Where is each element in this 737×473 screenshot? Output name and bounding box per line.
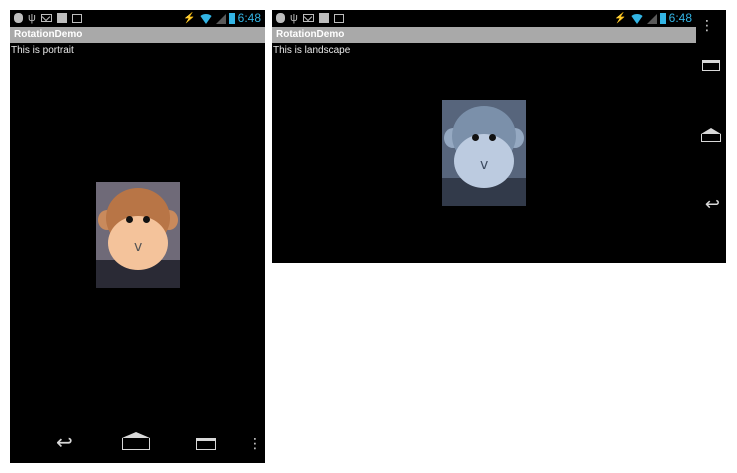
app-title: RotationDemo bbox=[276, 29, 345, 40]
navigation-bar: ⋮ ↩ bbox=[696, 10, 726, 263]
calendar-icon bbox=[333, 13, 344, 23]
status-icons-right: ⚡ 6:48 bbox=[183, 11, 261, 25]
signal-icon bbox=[646, 14, 657, 24]
battery-icon bbox=[659, 13, 666, 24]
back-icon[interactable]: ↩ bbox=[56, 430, 73, 454]
action-bar: RotationDemo bbox=[272, 27, 696, 43]
wifi-icon bbox=[198, 14, 213, 24]
running-icon: ⚡ bbox=[614, 12, 627, 24]
overflow-menu-icon[interactable]: ⋮ bbox=[248, 437, 262, 451]
email-icon bbox=[40, 14, 52, 22]
signal-icon bbox=[215, 14, 226, 24]
orientation-message: This is portrait bbox=[11, 45, 74, 56]
landscape-screen: ψ ⚡ 6:48 RotationDemo This is landscape … bbox=[272, 10, 726, 263]
download-icon bbox=[56, 13, 67, 23]
status-icons-left: ψ bbox=[14, 12, 82, 24]
app-title: RotationDemo bbox=[14, 29, 83, 40]
monkey-image: v bbox=[442, 100, 526, 206]
usb-debug-icon bbox=[14, 13, 23, 23]
recent-apps-icon[interactable] bbox=[702, 60, 720, 71]
running-icon: ⚡ bbox=[183, 12, 196, 24]
recent-apps-icon[interactable] bbox=[196, 438, 216, 450]
wifi-icon bbox=[629, 14, 644, 24]
usb-icon: ψ bbox=[28, 12, 36, 24]
battery-icon bbox=[228, 13, 235, 24]
status-time: 6:48 bbox=[668, 11, 692, 25]
status-bar: ψ ⚡ 6:48 bbox=[10, 10, 265, 27]
home-icon[interactable] bbox=[701, 134, 721, 142]
download-icon bbox=[318, 13, 329, 23]
status-time: 6:48 bbox=[237, 11, 261, 25]
usb-icon: ψ bbox=[290, 12, 298, 24]
navigation-bar: ↩ ⋮ bbox=[10, 425, 265, 463]
orientation-message: This is landscape bbox=[273, 45, 351, 56]
calendar-icon bbox=[71, 13, 82, 23]
back-icon[interactable]: ↩ bbox=[705, 194, 720, 215]
email-icon bbox=[302, 14, 314, 22]
status-icons-left: ψ bbox=[276, 12, 344, 24]
status-icons-right: ⚡ 6:48 bbox=[614, 11, 692, 25]
action-bar: RotationDemo bbox=[10, 27, 265, 43]
monkey-image: v bbox=[96, 182, 180, 288]
overflow-menu-icon[interactable]: ⋮ bbox=[700, 18, 714, 34]
home-icon[interactable] bbox=[122, 438, 150, 450]
portrait-screen: ψ ⚡ 6:48 RotationDemo This is portrait v… bbox=[10, 10, 265, 463]
status-bar: ψ ⚡ 6:48 bbox=[272, 10, 696, 27]
usb-debug-icon bbox=[276, 13, 285, 23]
